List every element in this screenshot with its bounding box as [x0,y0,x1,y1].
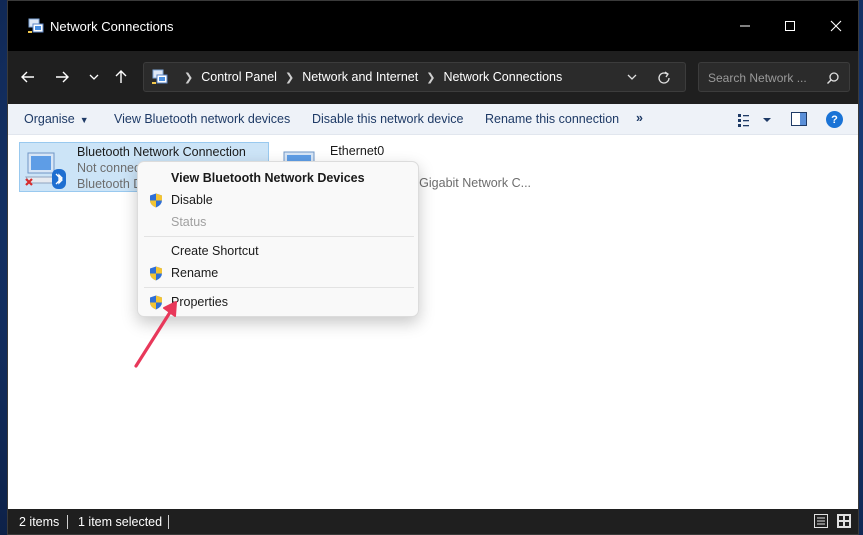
search-box[interactable]: Search Network ... [698,62,850,92]
caret-down-icon: ▼ [79,115,89,125]
uac-shield-icon [150,266,162,281]
help-icon[interactable]: ? [826,111,843,128]
organise-menu[interactable]: Organise ▼ [24,112,89,126]
chevron-down-icon [89,74,99,80]
arrow-right-icon [56,71,69,83]
item-title: Ethernet0 [330,144,385,158]
maximize-button[interactable] [767,1,813,51]
selection-count: 1 item selected [78,515,163,529]
breadcrumb-network-connections[interactable]: Network Connections [443,70,562,84]
status-bar: 2 items 1 item selected [8,509,858,534]
minimize-button[interactable] [722,1,768,51]
connections-list: Bluetooth Network Connection Not connect… [8,135,858,509]
change-view-icon[interactable] [737,112,773,128]
address-dropdown-icon[interactable] [625,70,639,84]
title-bar: Network Connections [8,1,858,51]
arrow-up-icon [115,70,127,83]
maximize-icon [785,21,795,31]
breadcrumb-control-panel[interactable]: Control Panel [201,70,277,84]
minimize-icon [740,25,750,27]
tiles-view-icon[interactable] [837,514,851,528]
refresh-icon[interactable] [656,70,672,86]
status-divider [67,515,68,529]
close-button[interactable] [813,1,858,51]
breadcrumb-separator-icon: ❯ [284,71,295,84]
menu-item-label: Create Shortcut [171,244,259,258]
network-connections-icon [28,18,44,33]
menu-item-disable[interactable]: Disable [138,189,418,211]
breadcrumb-separator-icon: ❯ [184,71,194,84]
menu-item-view-bluetooth-devices[interactable]: View Bluetooth Network Devices [138,167,418,189]
menu-item-rename[interactable]: Rename [138,262,418,284]
navigation-bar: ❯ Control Panel ❯ Network and Internet ❯… [8,51,858,104]
window-title: Network Connections [50,19,174,34]
menu-item-label: Status [171,215,207,229]
more-commands-button[interactable]: » [636,111,643,125]
preview-pane-icon[interactable] [791,112,807,126]
view-bluetooth-devices-button[interactable]: View Bluetooth network devices [114,112,290,126]
bluetooth-network-adapter-icon [25,152,66,189]
forward-button[interactable] [50,65,74,89]
network-connections-window: Network Connections ❯ Control Panel ❯ Ne… [7,0,859,535]
back-button[interactable] [16,65,40,89]
pointer-arrow-annotation [134,301,177,368]
search-icon[interactable] [826,71,840,85]
menu-separator [144,236,414,237]
uac-shield-icon [150,193,162,208]
breadcrumb-network-and-internet[interactable]: Network and Internet [302,70,418,84]
arrow-left-icon [21,71,34,83]
item-title: Bluetooth Network Connection [77,145,246,159]
rename-connection-button[interactable]: Rename this connection [485,112,619,126]
address-bar[interactable]: ❯ Control Panel ❯ Network and Internet ❯… [143,62,686,92]
menu-item-label: Disable [171,193,213,207]
up-button[interactable] [109,65,133,89]
command-bar: Organise ▼ View Bluetooth network devices… [8,104,858,135]
organise-label: Organise [24,112,75,126]
details-view-icon[interactable] [814,514,828,528]
breadcrumb: ❯ Control Panel ❯ Network and Internet ❯… [176,70,562,84]
search-input[interactable]: Search Network ... [708,71,807,85]
disable-device-button[interactable]: Disable this network device [312,112,463,126]
status-divider [168,515,169,529]
close-icon [830,20,842,32]
item-count: 2 items [19,515,60,529]
breadcrumb-separator-icon: ❯ [426,71,436,84]
menu-item-label: View Bluetooth Network Devices [171,171,365,185]
menu-item-status: Status [138,211,418,233]
menu-item-create-shortcut[interactable]: Create Shortcut [138,240,418,262]
menu-item-label: Rename [171,266,219,280]
menu-separator [144,287,414,288]
control-panel-icon [152,69,168,84]
recent-locations-button[interactable] [82,65,106,89]
